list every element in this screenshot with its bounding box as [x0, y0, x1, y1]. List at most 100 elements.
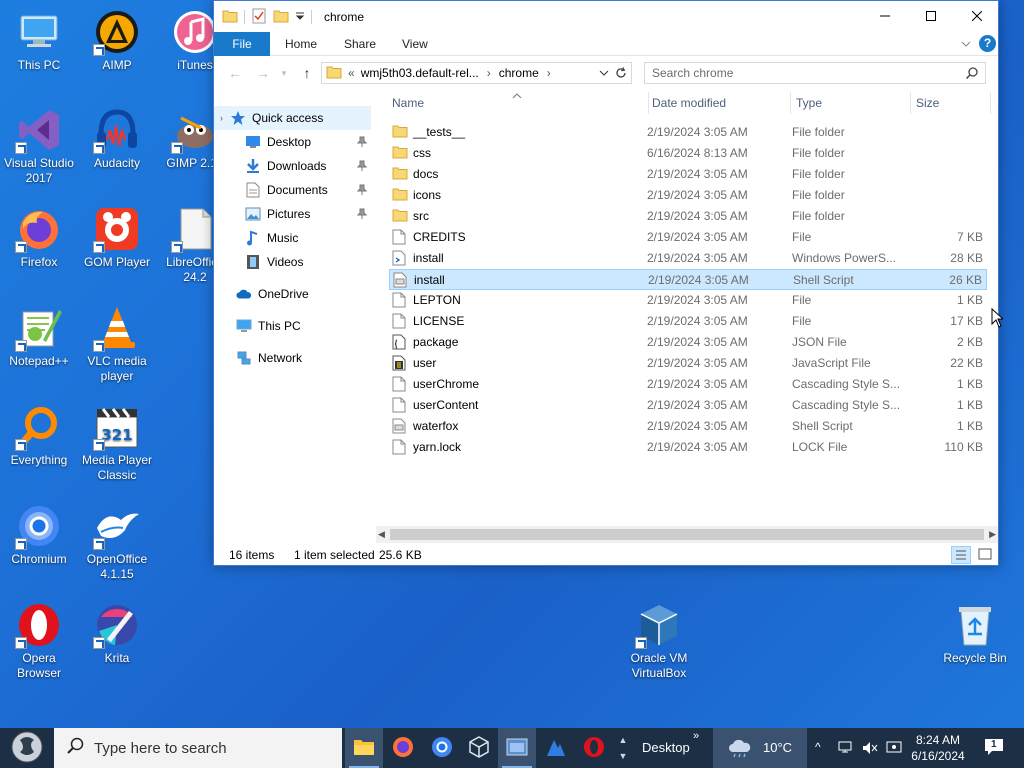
- desktop-icon-chromium[interactable]: Chromium: [0, 502, 78, 567]
- desktop-icon-vlc[interactable]: VLC media player: [78, 304, 156, 384]
- file-row[interactable]: yarn.lock 2/19/2024 3:05 AM LOCK File 110 K…: [389, 437, 987, 458]
- up-arrow-icon[interactable]: ↑: [298, 64, 316, 82]
- file-row[interactable]: install 2/19/2024 3:05 AM Shell Script 26 K…: [389, 269, 987, 290]
- column-divider[interactable]: [790, 92, 791, 114]
- desktop-icon-recycle-bin[interactable]: Recycle Bin: [936, 601, 1014, 666]
- desktop-icon-visual-studio[interactable]: Visual Studio 2017: [0, 106, 78, 186]
- large-icons-view-icon[interactable]: [976, 546, 994, 564]
- recent-locations-chevron-icon[interactable]: ▾: [278, 64, 290, 82]
- file-row[interactable]: src 2/19/2024 3:05 AM File folder: [389, 206, 987, 227]
- desktop-icon-audacity[interactable]: Audacity: [78, 106, 156, 171]
- file-row[interactable]: user 2/19/2024 3:05 AM JavaScript File 22 K…: [389, 353, 987, 374]
- column-divider[interactable]: [648, 92, 649, 114]
- desktop-icon-opera[interactable]: Opera Browser: [0, 601, 78, 681]
- file-row[interactable]: package 2/19/2024 3:05 AM JSON File 2 KB: [389, 332, 987, 353]
- sidebar-item-videos[interactable]: Videos: [214, 250, 371, 274]
- refresh-icon[interactable]: [614, 66, 628, 83]
- taskbar-app-opera[interactable]: [575, 728, 613, 768]
- search-icon[interactable]: [965, 66, 979, 86]
- expand-chevron-icon[interactable]: ›: [220, 113, 230, 123]
- pin-icon[interactable]: [356, 160, 368, 172]
- title-bar[interactable]: chrome: [214, 1, 998, 32]
- file-row[interactable]: docs 2/19/2024 3:05 AM File folder: [389, 164, 987, 185]
- desktop-icon-openoffice[interactable]: OpenOffice 4.1.15: [78, 502, 156, 582]
- expand-ribbon-chevron-icon[interactable]: [960, 38, 972, 53]
- show-hidden-icons-chevron-icon[interactable]: ^: [815, 740, 821, 754]
- taskbar-app-vmware[interactable]: [498, 728, 536, 768]
- breadcrumb-segment-current[interactable]: chrome: [499, 66, 539, 80]
- column-divider[interactable]: [990, 92, 991, 114]
- file-row[interactable]: icons 2/19/2024 3:05 AM File folder: [389, 185, 987, 206]
- breadcrumb-segment[interactable]: wmj5th03.default-rel...: [361, 66, 479, 80]
- scroll-right-icon[interactable]: ▶: [989, 529, 996, 540]
- desktop-icon-everything[interactable]: Everything: [0, 403, 78, 468]
- sidebar-item-music[interactable]: Music: [214, 226, 371, 250]
- file-explorer-window[interactable]: chrome File Home Share View ? ← → ▾ ↑ « …: [213, 0, 999, 566]
- column-header-date[interactable]: Date modified: [652, 90, 726, 116]
- clock[interactable]: 8:24 AM 6/16/2024: [903, 732, 973, 764]
- column-divider[interactable]: [910, 92, 911, 114]
- scroll-left-icon[interactable]: ◀: [378, 529, 385, 540]
- maximize-button[interactable]: [908, 1, 954, 32]
- desktop-toolbar-label[interactable]: Desktop: [642, 728, 690, 768]
- search-input[interactable]: Search chrome: [644, 62, 986, 84]
- taskbar-app-file-explorer[interactable]: [345, 728, 383, 768]
- file-row[interactable]: install 2/19/2024 3:05 AM Windows PowerS..…: [389, 248, 987, 269]
- minimize-button[interactable]: [862, 1, 908, 32]
- desktop-icon-krita[interactable]: Krita: [78, 601, 156, 666]
- notification-center-icon[interactable]: 1: [984, 738, 1004, 759]
- taskbar-search-input[interactable]: Type here to search: [54, 728, 342, 768]
- taskbar-app-firefox[interactable]: [384, 728, 422, 768]
- horizontal-scrollbar[interactable]: ◀ ▶: [376, 526, 998, 543]
- toolbar-expand-icon[interactable]: »: [693, 730, 699, 742]
- weather-widget[interactable]: 10°C: [713, 728, 807, 768]
- customize-dropdown-icon[interactable]: [295, 10, 305, 24]
- file-row[interactable]: css 6/16/2024 8:13 AM File folder: [389, 143, 987, 164]
- column-header-size[interactable]: Size: [916, 90, 939, 116]
- pin-icon[interactable]: [356, 136, 368, 148]
- breadcrumb-chevron-icon[interactable]: ›: [547, 66, 551, 80]
- file-row[interactable]: userChrome 2/19/2024 3:05 AM Cascading Sty…: [389, 374, 987, 395]
- breadcrumb-overflow[interactable]: «: [348, 66, 355, 80]
- file-list[interactable]: Name Date modified Type Size __tests__ 2/…: [384, 90, 1000, 530]
- new-folder-icon[interactable]: [273, 9, 289, 26]
- sidebar-item-pictures[interactable]: Pictures: [214, 202, 371, 226]
- file-row[interactable]: CREDITS 2/19/2024 3:05 AM File 7 KB: [389, 227, 987, 248]
- start-button[interactable]: [0, 728, 54, 768]
- properties-icon[interactable]: [251, 8, 267, 27]
- back-arrow-icon[interactable]: ←: [226, 64, 244, 82]
- forward-arrow-icon[interactable]: →: [254, 64, 272, 82]
- file-row[interactable]: waterfox 2/19/2024 3:05 AM Shell Script 1 K…: [389, 416, 987, 437]
- tab-home[interactable]: Home: [285, 32, 317, 56]
- desktop-icon-aimp[interactable]: AIMP: [78, 8, 156, 73]
- close-button[interactable]: [954, 1, 1000, 32]
- taskbar-app-chromium[interactable]: [423, 728, 461, 768]
- sidebar-item-documents[interactable]: Documents: [214, 178, 371, 202]
- address-dropdown-icon[interactable]: [599, 67, 609, 81]
- sidebar-item-desktop[interactable]: Desktop: [214, 130, 371, 154]
- pin-icon[interactable]: [356, 208, 368, 220]
- volume-muted-icon[interactable]: [861, 740, 879, 759]
- help-icon[interactable]: ?: [979, 35, 996, 52]
- desktop-icon-media-player-classic[interactable]: 321 Media Player Classic: [78, 403, 156, 483]
- address-bar[interactable]: « wmj5th03.default-rel... › chrome ›: [321, 62, 632, 84]
- pin-icon[interactable]: [356, 184, 368, 196]
- desktop-icon-notepadpp[interactable]: Notepad++: [0, 304, 78, 369]
- tab-share[interactable]: Share: [344, 32, 376, 56]
- sidebar-item-this-pc[interactable]: This PC: [214, 314, 371, 338]
- taskbar-app-mountain[interactable]: [537, 728, 575, 768]
- tab-view[interactable]: View: [402, 32, 428, 56]
- column-header-name[interactable]: Name: [392, 90, 424, 116]
- sidebar-item-downloads[interactable]: Downloads: [214, 154, 371, 178]
- network-status-icon[interactable]: [838, 740, 854, 759]
- sidebar-item-network[interactable]: Network: [214, 346, 371, 370]
- desktop-icon-this-pc[interactable]: This PC: [0, 8, 78, 73]
- sidebar-item-onedrive[interactable]: OneDrive: [214, 282, 371, 306]
- file-row[interactable]: LICENSE 2/19/2024 3:05 AM File 17 KB: [389, 311, 987, 332]
- breadcrumb-chevron-icon[interactable]: ›: [487, 66, 491, 80]
- sidebar-item-quick-access[interactable]: › Quick access: [214, 106, 371, 130]
- taskbar-app-virtualbox[interactable]: [460, 728, 498, 768]
- file-row[interactable]: LEPTON 2/19/2024 3:05 AM File 1 KB: [389, 290, 987, 311]
- desktop-icon-gom-player[interactable]: GOM Player: [78, 205, 156, 270]
- desktop-icon-virtualbox[interactable]: Oracle VM VirtualBox: [620, 601, 698, 681]
